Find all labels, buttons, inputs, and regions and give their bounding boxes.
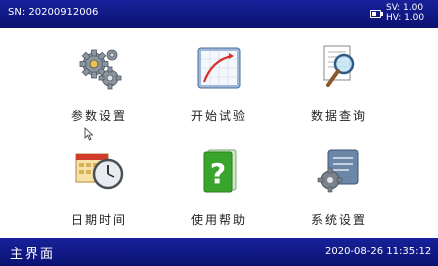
menu-item-system-settings[interactable]: 系统设置	[280, 146, 398, 246]
menu-item-label: 使用帮助	[190, 213, 247, 227]
menu-item-help[interactable]: ? 使用帮助	[160, 146, 278, 246]
menu-item-label: 日期时间	[70, 213, 127, 227]
menu-item-date-time[interactable]: 日期时间	[40, 146, 158, 246]
menu-item-label: 系统设置	[310, 213, 367, 227]
datetime-display: 2020-08-26 11:35:12	[325, 246, 432, 257]
calendar-clock-icon	[75, 153, 124, 190]
system-settings-icon	[317, 149, 359, 193]
hardware-version: HV: 1.00	[386, 13, 425, 23]
menu-item-data-query[interactable]: 数据查询	[280, 42, 398, 142]
menu-item-label: 数据查询	[310, 109, 367, 123]
menu-item-label: 参数设置	[70, 109, 127, 123]
document-search-icon	[323, 45, 355, 87]
svg-text:?: ?	[210, 157, 226, 190]
screen-title: 主界面	[10, 247, 56, 262]
help-question-icon: ?	[203, 149, 237, 193]
menu-item-start-test[interactable]: 开始试验	[160, 42, 278, 142]
software-version: SV: 1.00	[386, 3, 424, 13]
status-bar: SN: 20200912006 SV: 1.00 HV: 1.00	[0, 0, 438, 28]
main-screen: SN: 20200912006 SV: 1.00 HV: 1.00 参数设置 开…	[0, 0, 438, 266]
gears-icon	[79, 49, 122, 90]
menu-item-label: 开始试验	[190, 109, 247, 123]
menu-item-parameter-settings[interactable]: 参数设置	[40, 42, 158, 142]
mouse-pointer-icon	[84, 127, 94, 141]
curve-chart-icon	[197, 47, 241, 89]
footer-bar: 主界面 2020-08-26 11:35:12	[0, 238, 438, 266]
version-info: SV: 1.00 HV: 1.00	[386, 3, 424, 23]
serial-number: SN: 20200912006	[8, 7, 99, 18]
battery-icon	[370, 10, 383, 18]
